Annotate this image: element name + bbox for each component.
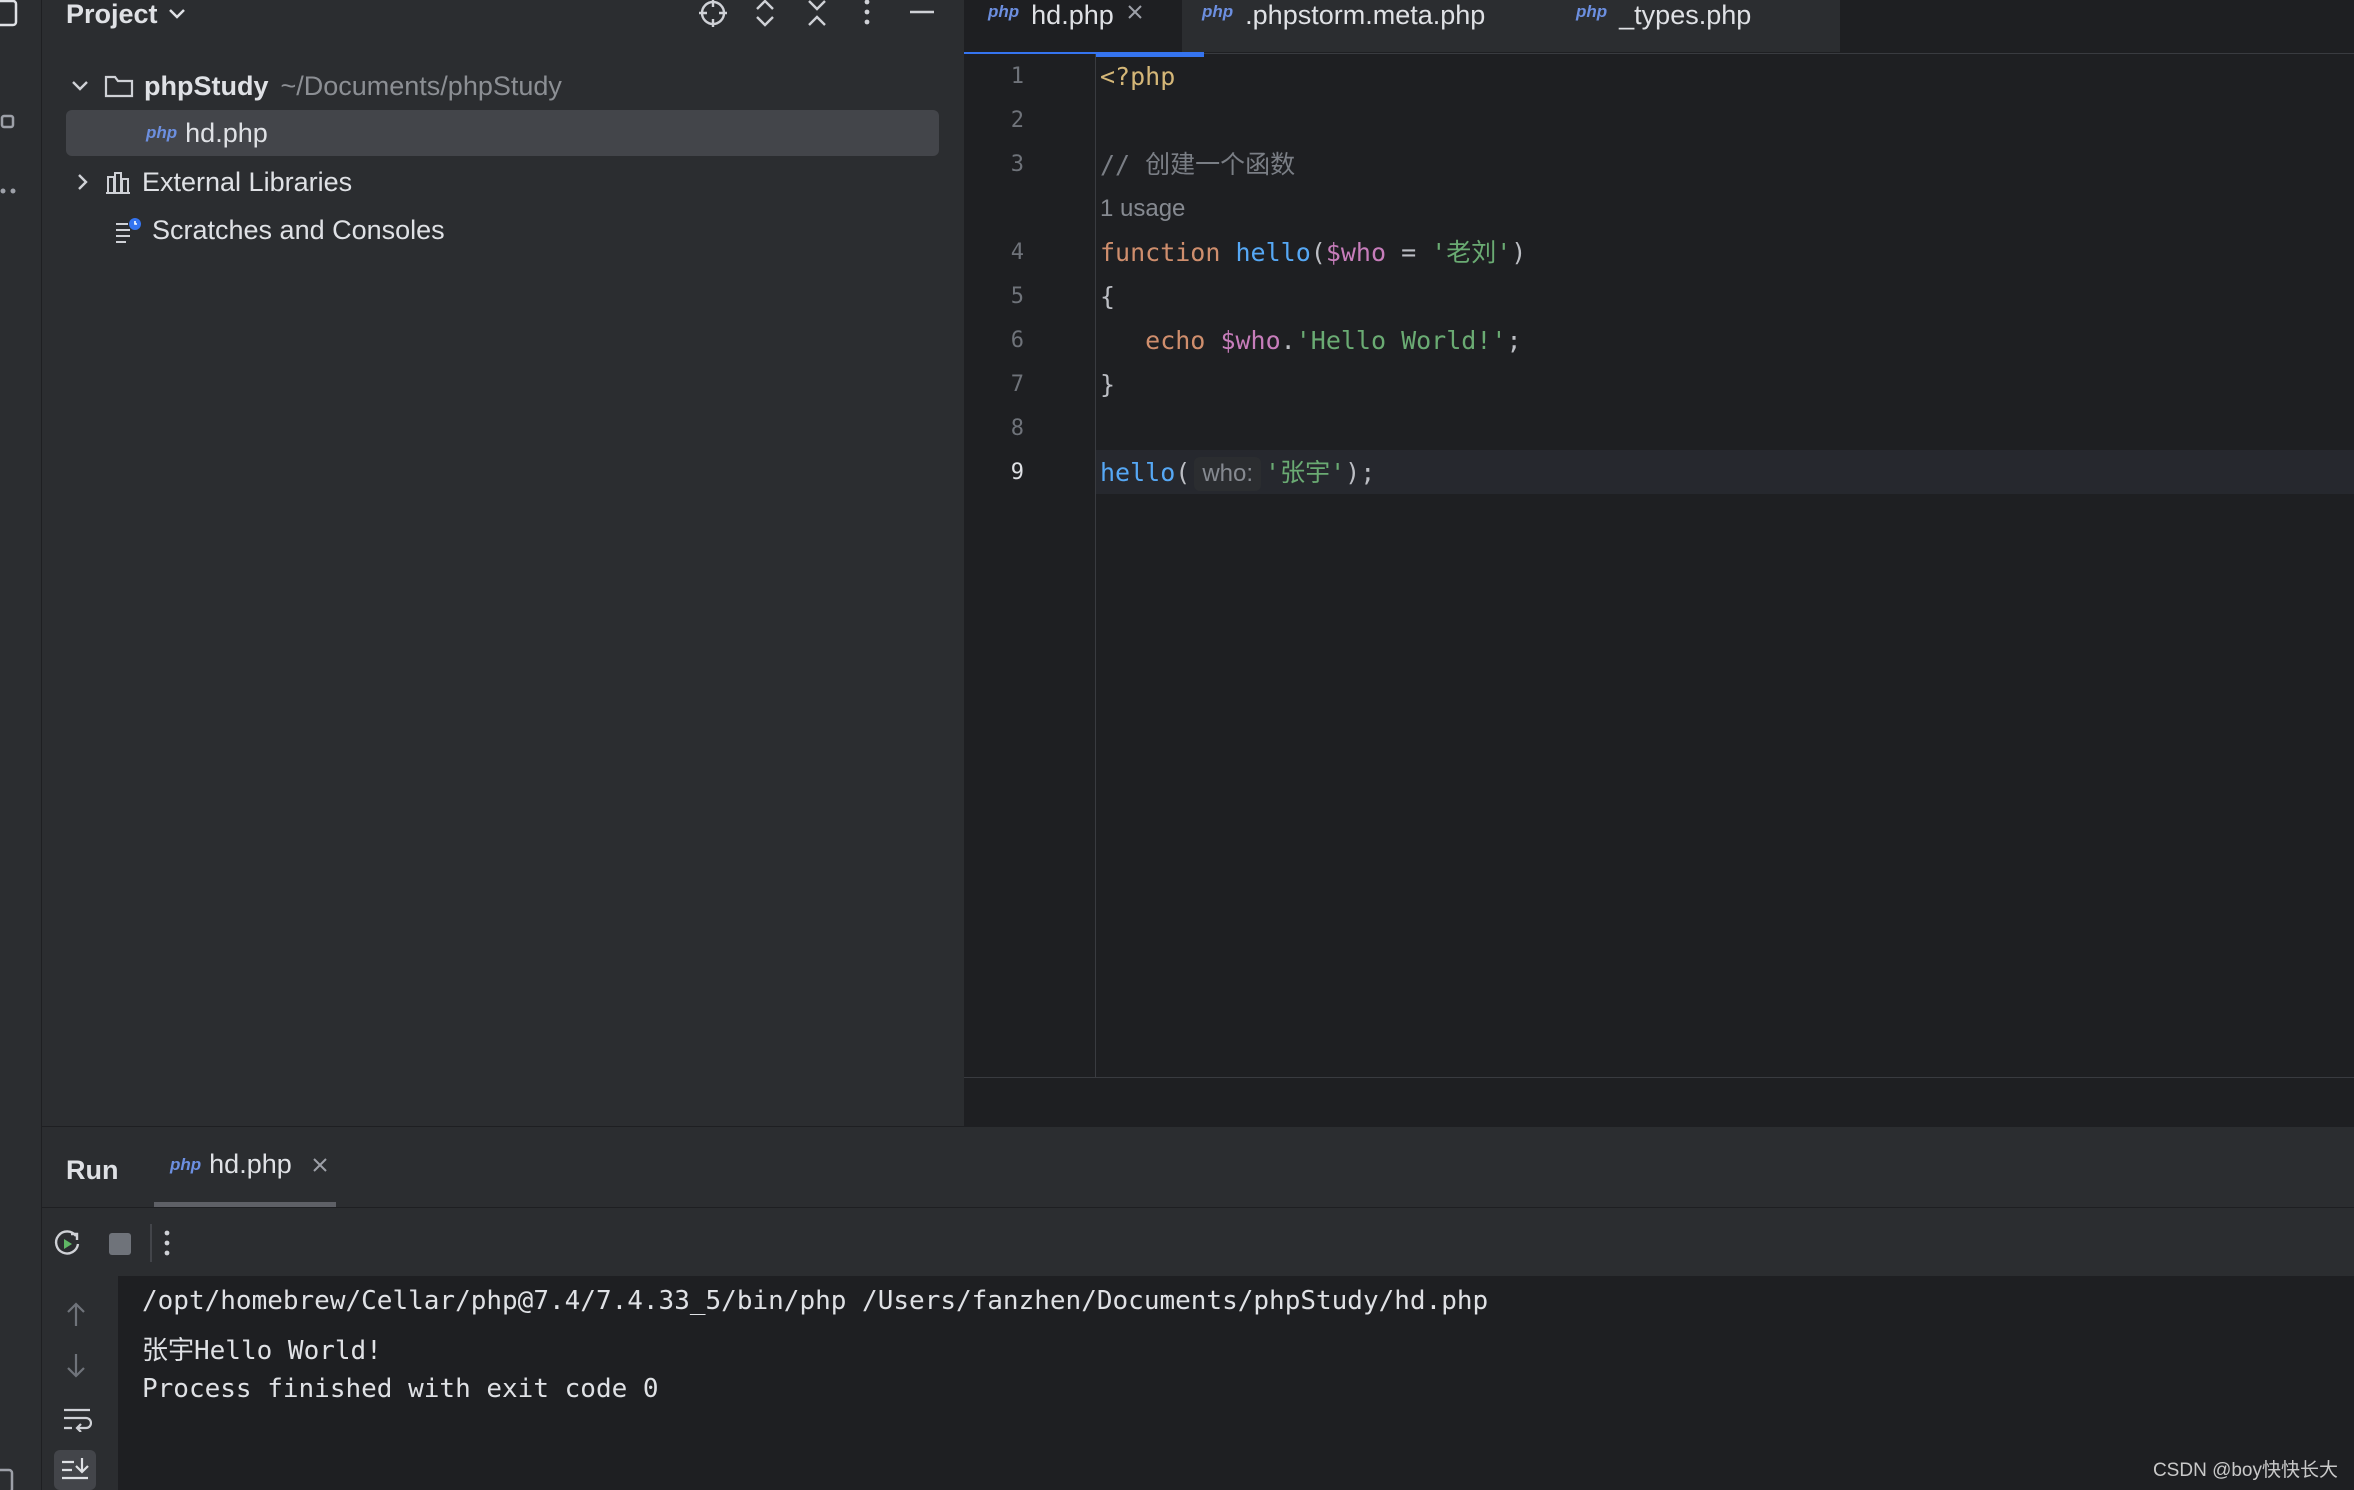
variable-token: $who	[1220, 326, 1281, 355]
collapse-all-icon[interactable]	[806, 0, 828, 28]
php-run-icon: php	[170, 1154, 202, 1174]
bottom-tool-icon[interactable]	[0, 1468, 42, 1490]
run-tab-hd-php[interactable]: php hd.php	[154, 1127, 336, 1207]
arrow-down-icon[interactable]	[64, 1352, 88, 1380]
console-line-output: 张宇Hello World!	[142, 1336, 382, 1366]
line-number: 5	[1010, 284, 1024, 309]
tree-item-path: ~/Documents/phpStudy	[280, 70, 562, 101]
toolbar-separator	[150, 1224, 152, 1262]
tab-hd-php[interactable]: php hd.php	[964, 0, 1204, 57]
tool-window-strip	[0, 0, 42, 1490]
rerun-icon[interactable]	[52, 1228, 82, 1258]
punct-token: .	[1280, 326, 1296, 355]
tree-item-label: Scratches and Consoles	[152, 214, 445, 245]
folder-icon	[104, 73, 134, 99]
php-file-icon: php	[1202, 2, 1234, 21]
more-tools-icon[interactable]	[0, 185, 42, 197]
chevron-down-icon	[168, 8, 186, 20]
stop-icon[interactable]	[108, 1232, 132, 1256]
project-title: Project	[66, 0, 158, 29]
console-line-exit: Process finished with exit code 0	[142, 1374, 659, 1404]
code-line-6[interactable]: echo $who.'Hello World!';	[1100, 319, 1522, 363]
punct-token: )	[1511, 238, 1527, 267]
keyword-token: function	[1100, 238, 1221, 267]
run-title: Run	[66, 1155, 119, 1185]
minimize-icon[interactable]	[908, 0, 936, 26]
line-number: 4	[1010, 240, 1024, 265]
tree-item-external-libraries[interactable]: External Libraries	[66, 159, 939, 205]
chevron-right-icon	[76, 172, 104, 192]
console-line-command: /opt/homebrew/Cellar/php@7.4/7.4.33_5/bi…	[142, 1286, 1489, 1316]
tab-label: _types.php	[1619, 0, 1752, 30]
punct-token: ;	[1506, 326, 1522, 355]
expand-all-icon[interactable]	[754, 0, 776, 28]
string-token: '老刘'	[1431, 238, 1512, 267]
chevron-down-icon	[70, 79, 98, 93]
php-file-icon: php	[146, 123, 178, 142]
scratches-icon	[114, 216, 142, 244]
tab-label: hd.php	[1031, 0, 1114, 30]
soft-wrap-icon[interactable]	[62, 1406, 92, 1432]
run-panel-header: Run php hd.php	[42, 1126, 2354, 1208]
run-side-toolbar	[42, 1276, 118, 1490]
line-number: 7	[1010, 372, 1024, 397]
punct-token: );	[1345, 458, 1376, 487]
close-icon[interactable]	[1126, 3, 1144, 21]
arrow-up-icon[interactable]	[64, 1300, 88, 1328]
punct-token: (	[1310, 238, 1326, 267]
project-title-dropdown[interactable]: Project	[66, 0, 186, 29]
line-number: 1	[1010, 64, 1024, 89]
structure-tool-icon[interactable]	[0, 112, 42, 132]
parameter-hint: who:	[1194, 457, 1262, 491]
more-options-icon[interactable]	[162, 1229, 172, 1257]
operator-token: =	[1386, 238, 1432, 267]
editor-bottom-bar	[964, 1077, 2354, 1126]
line-number: 2	[1010, 108, 1024, 133]
line-number: 8	[1010, 416, 1024, 441]
code-line-9[interactable]: hello(who: '张宇');	[1100, 451, 1375, 495]
project-panel: Project phpStudy ~/Documents/phpStudy ph…	[42, 0, 963, 1126]
function-token: hello	[1100, 458, 1176, 487]
tab-types-php[interactable]: php _types.php	[1554, 0, 1840, 52]
close-icon[interactable]	[312, 1157, 328, 1173]
tree-item-phpstudy[interactable]: phpStudy ~/Documents/phpStudy	[66, 63, 939, 109]
code-line-4[interactable]: function hello($who = '老刘')	[1100, 231, 1526, 275]
punct-token: (	[1175, 458, 1191, 487]
watermark: CSDN @boy快快长大	[2152, 1460, 2338, 1481]
tab-phpstorm-meta[interactable]: php .phpstorm.meta.php	[1182, 0, 1572, 52]
php-file-icon: php	[988, 2, 1020, 21]
options-menu-icon[interactable]	[862, 0, 872, 26]
php-file-icon: php	[1576, 2, 1608, 21]
editor-gutter	[964, 54, 1096, 1077]
tree-item-scratches[interactable]: Scratches and Consoles	[66, 207, 939, 253]
line-number: 3	[1010, 152, 1024, 177]
keyword-token: echo	[1145, 326, 1206, 355]
locate-icon[interactable]	[698, 0, 728, 28]
tree-item-hd-php[interactable]: php hd.php	[66, 110, 939, 156]
editor-tab-bar: php hd.php php .phpstorm.meta.php php _t…	[964, 0, 2354, 57]
run-toolbar	[42, 1208, 2354, 1276]
code-line-5[interactable]: {	[1100, 275, 1115, 319]
function-token: hello	[1235, 238, 1311, 267]
tree-item-label: phpStudy	[144, 70, 269, 101]
code-line-3-comment[interactable]: // 创建一个函数	[1100, 143, 1295, 187]
string-token: '张宇'	[1265, 458, 1346, 487]
usage-hint[interactable]: 1 usage	[1100, 187, 1185, 231]
project-tool-icon[interactable]	[0, 0, 42, 28]
scroll-to-end-icon[interactable]	[54, 1450, 96, 1490]
string-token: 'Hello World!'	[1295, 326, 1507, 355]
tree-item-label: External Libraries	[142, 166, 353, 197]
run-tab-label: hd.php	[209, 1149, 292, 1179]
tree-item-label: hd.php	[185, 117, 268, 148]
variable-token: $who	[1325, 238, 1387, 267]
line-number: 6	[1010, 328, 1024, 353]
code-line-7[interactable]: }	[1100, 363, 1115, 407]
library-icon	[104, 169, 132, 195]
tab-label: .phpstorm.meta.php	[1245, 0, 1486, 30]
code-line-1[interactable]: <?php	[1100, 55, 1175, 99]
line-number-current: 9	[1010, 460, 1024, 485]
